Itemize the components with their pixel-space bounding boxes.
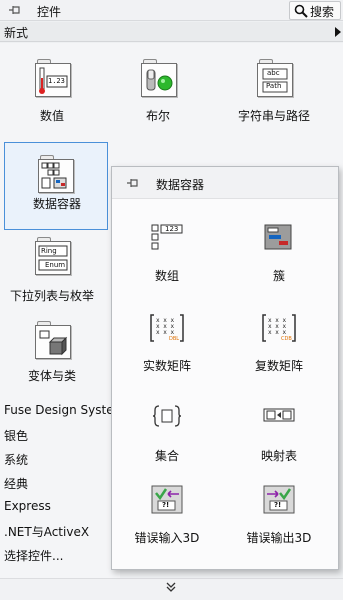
- subpalette-title: 数据容器: [156, 178, 205, 192]
- error-in-icon-text: ?!: [162, 501, 170, 509]
- ring-enum-icon: Ring Enum: [35, 237, 71, 275]
- subpalette-item-label: 实数矩阵: [142, 359, 191, 373]
- palette-item-label: 数据容器: [32, 197, 81, 211]
- array-icon: 123: [150, 223, 184, 253]
- ring-icon-text: Ring: [41, 247, 57, 255]
- subpalette-item-label: 复数矩阵: [254, 359, 303, 373]
- set-icon: [150, 403, 184, 433]
- subpalette-header: 数据容器: [112, 167, 338, 199]
- subpalette-item-error-in-3d[interactable]: ?! 错误输入3D: [112, 485, 222, 565]
- real-matrix-icon-text: DBL: [169, 336, 180, 342]
- numeric-icon: 1.23: [35, 59, 71, 97]
- list-item-system[interactable]: 系统: [4, 451, 116, 473]
- string-path-icon: abc Path: [257, 59, 293, 97]
- complex-matrix-icon-text: CDB: [281, 336, 292, 342]
- string-icon-text: abc: [267, 69, 280, 77]
- subpalette-item-cluster[interactable]: 簇: [224, 223, 334, 303]
- numeric-icon-text: 1.23: [48, 77, 65, 85]
- expand-arrow-icon[interactable]: [335, 27, 341, 37]
- list-item-dotnet-activex[interactable]: .NET与ActiveX: [4, 523, 116, 545]
- category-header-modern[interactable]: 新式: [0, 22, 343, 42]
- search-icon: [294, 4, 308, 18]
- subpalette-item-label: 簇: [272, 269, 285, 283]
- svg-text:x x x: x x x: [156, 329, 174, 336]
- subpalette-item-label: 错误输入3D: [134, 531, 200, 545]
- palette-title-bar: 控件 搜索: [0, 0, 343, 21]
- palette-item-numeric[interactable]: 1.23 数值: [0, 43, 104, 131]
- palette-item-ring-enum[interactable]: Ring Enum 下拉列表与枚举: [0, 231, 104, 319]
- subpalette-item-set[interactable]: 集合: [112, 403, 222, 483]
- palette-item-data-container[interactable]: 数据容器: [4, 142, 108, 230]
- subpalette-item-real-matrix[interactable]: x x xx x xx x x DBL 实数矩阵: [112, 313, 222, 393]
- cluster-icon: [262, 223, 296, 253]
- list-item-classic[interactable]: 经典: [4, 475, 116, 497]
- palette-item-variant-class[interactable]: 变体与类: [0, 311, 104, 399]
- list-item-express[interactable]: Express: [4, 499, 116, 521]
- svg-text:x x x: x x x: [268, 329, 286, 336]
- array-icon-text: 123: [165, 225, 179, 233]
- error-in-3d-icon: ?!: [150, 485, 184, 515]
- palette-item-boolean[interactable]: 布尔: [106, 43, 210, 131]
- pin-icon[interactable]: [8, 4, 22, 17]
- palette-item-label: 变体与类: [27, 369, 76, 383]
- palette-item-string-path[interactable]: abc Path 字符串与路径: [222, 43, 326, 131]
- search-label: 搜索: [310, 5, 335, 19]
- subpalette-item-label: 映射表: [260, 449, 297, 463]
- path-icon-text: Path: [266, 82, 282, 90]
- subpalette-item-error-out-3d[interactable]: ?! 错误输出3D: [224, 485, 334, 565]
- list-item-fuse[interactable]: Fuse Design System: [4, 403, 116, 425]
- data-container-subpalette: 数据容器 123 数组 簇 x x x x x x x x x DBL 实数矩阵…: [111, 166, 339, 570]
- pin-icon[interactable]: [126, 177, 140, 190]
- boolean-icon: [141, 59, 177, 97]
- map-icon: [262, 403, 296, 433]
- palette-item-label: 下拉列表与枚举: [9, 289, 94, 303]
- error-out-3d-icon: ?!: [262, 485, 296, 515]
- data-container-icon: [38, 155, 74, 193]
- complex-matrix-icon: x x xx x xx x x CDB: [262, 313, 296, 343]
- subpalette-item-array[interactable]: 123 数组: [112, 223, 222, 303]
- search-button[interactable]: 搜索: [289, 1, 341, 20]
- real-matrix-icon: x x xx x xx x x DBL: [150, 313, 184, 343]
- subpalette-item-complex-matrix[interactable]: x x xx x xx x x CDB 复数矩阵: [224, 313, 334, 393]
- palette-item-label: 数值: [39, 109, 64, 123]
- palette-bottom-bar[interactable]: [0, 578, 343, 600]
- palette-title: 控件: [37, 5, 62, 19]
- chevron-down-icon[interactable]: [166, 581, 176, 596]
- palette-item-label: 布尔: [145, 109, 170, 123]
- list-item-select-control[interactable]: 选择控件...: [4, 547, 116, 569]
- list-item-silver[interactable]: 银色: [4, 427, 116, 449]
- subpalette-item-map[interactable]: 映射表: [224, 403, 334, 483]
- subpalette-item-label: 集合: [154, 449, 179, 463]
- palette-item-label: 字符串与路径: [237, 109, 310, 123]
- palette-category-list: Fuse Design System 银色 系统 经典 Express .NET…: [0, 400, 120, 578]
- subpalette-item-label: 错误输出3D: [246, 531, 312, 545]
- category-label: 新式: [4, 26, 29, 40]
- variant-class-icon: [35, 321, 71, 359]
- subpalette-item-label: 数组: [154, 269, 179, 283]
- enum-icon-text: Enum: [45, 261, 66, 269]
- error-out-icon-text: ?!: [274, 501, 282, 509]
